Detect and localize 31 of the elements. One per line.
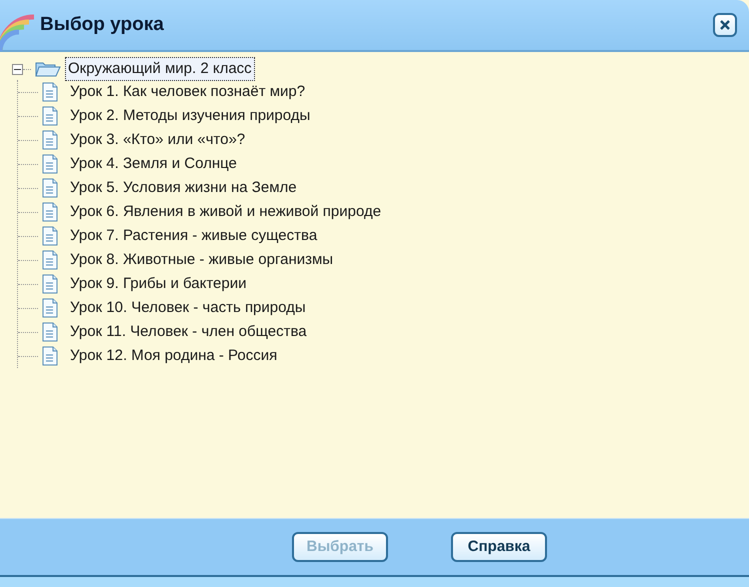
lesson-item[interactable]: Урок 2. Методы изучения природы	[70, 104, 310, 128]
document-icon	[42, 274, 58, 294]
close-icon	[719, 19, 731, 31]
lesson-item[interactable]: Урок 3. «Кто» или «что»?	[70, 128, 246, 152]
collapse-toggle[interactable]	[12, 64, 23, 74]
lesson-item[interactable]: Урок 5. Условия жизни на Земле	[70, 176, 297, 200]
lesson-item[interactable]: Урок 1. Как человек познаёт мир?	[70, 80, 306, 104]
document-icon	[42, 130, 58, 150]
dialog-button[interactable]: Справка	[451, 532, 547, 562]
folder-icon	[35, 60, 61, 78]
close-button[interactable]	[713, 13, 737, 37]
window-title: Выбор урока	[40, 12, 164, 37]
lesson-item[interactable]: Урок 12. Моя родина - Россия	[70, 344, 278, 368]
lesson-item[interactable]: Урок 7. Растения - живые существа	[70, 224, 318, 248]
lesson-item[interactable]: Урок 10. Человек - часть природы	[70, 296, 306, 320]
lesson-item[interactable]: Урок 11. Человек - член общества	[70, 320, 307, 344]
document-icon	[42, 322, 58, 342]
document-icon	[42, 202, 58, 222]
document-icon	[42, 298, 58, 318]
lesson-item[interactable]: Урок 8. Животные - живые организмы	[70, 248, 334, 272]
tree-root-item[interactable]: Окружающий мир. 2 класс	[65, 56, 255, 82]
document-icon	[42, 154, 58, 174]
document-icon	[42, 178, 58, 198]
lesson-item[interactable]: Урок 9. Грибы и бактерии	[70, 272, 246, 296]
lesson-item[interactable]: Урок 6. Явления в живой и неживой природе	[70, 200, 382, 224]
document-icon	[42, 250, 58, 270]
document-icon	[42, 82, 58, 102]
document-icon	[42, 226, 58, 246]
lesson-item[interactable]: Урок 4. Земля и Солнце	[70, 152, 237, 176]
document-icon	[42, 106, 58, 126]
document-icon	[42, 346, 58, 366]
